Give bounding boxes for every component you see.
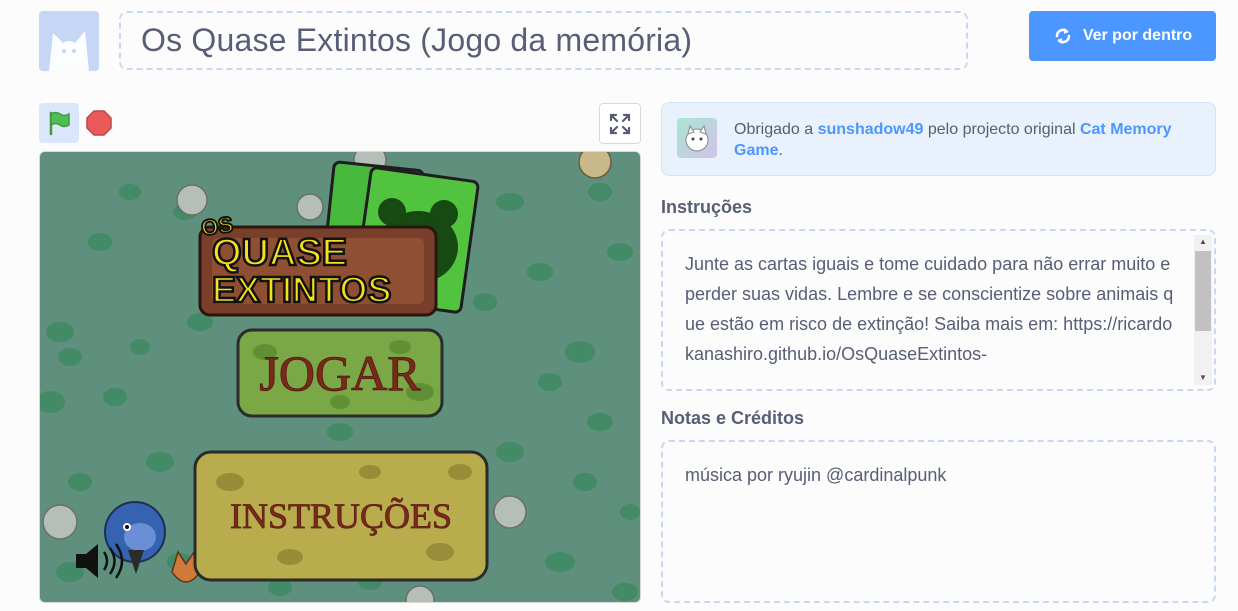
scroll-down-arrow-icon[interactable]: ▼: [1194, 371, 1212, 385]
project-title: Os Quase Extintos (Jogo da memória): [141, 22, 693, 58]
user-avatar[interactable]: [39, 11, 99, 71]
instructions-button-label: INSTRUÇÕES: [230, 496, 452, 536]
stop-button[interactable]: [85, 109, 113, 137]
remix-credit: Obrigado a sunshadow49 pelo projecto ori…: [661, 102, 1216, 176]
instructions-text: Junte as cartas iguais e tome cuidado pa…: [685, 254, 1176, 364]
project-stage[interactable]: OS QUASE EXTINTOS JOGAR INSTRUÇÕES: [39, 151, 641, 603]
instructions-button[interactable]: INSTRUÇÕES: [193, 450, 489, 582]
original-project-thumbnail[interactable]: [677, 118, 717, 158]
fullscreen-button[interactable]: [599, 103, 641, 144]
notes-text: música por ryujin @cardinalpunk: [685, 465, 947, 485]
remix-prefix: Obrigado a: [734, 121, 818, 138]
green-flag-button[interactable]: [39, 103, 79, 143]
remix-icon: [1055, 28, 1071, 44]
green-flag-icon: [49, 111, 70, 136]
cat-avatar-icon: [39, 11, 99, 71]
remix-credit-text: Obrigado a sunshadow49 pelo projecto ori…: [734, 119, 1194, 161]
play-button[interactable]: JOGAR: [236, 328, 444, 418]
scrollbar-thumb[interactable]: [1195, 251, 1211, 331]
instructions-heading: Instruções: [661, 197, 753, 217]
remix-middle: pelo projecto original: [923, 121, 1080, 138]
notes-heading: Notas e Créditos: [661, 408, 805, 428]
stop-icon: [86, 110, 112, 136]
instructions-scrollbar[interactable]: ▲ ▼: [1194, 235, 1212, 385]
project-title-field[interactable]: Os Quase Extintos (Jogo da memória): [119, 11, 968, 70]
cat-thumbnail-icon: [685, 124, 709, 152]
scroll-up-arrow-icon[interactable]: ▲: [1194, 235, 1212, 249]
notes-box[interactable]: música por ryujin @cardinalpunk: [661, 440, 1216, 603]
bear-face-decor: [578, 152, 612, 179]
original-author-link[interactable]: sunshadow49: [818, 121, 924, 138]
see-inside-label: Ver por dentro: [1082, 27, 1193, 44]
play-button-label: JOGAR: [259, 345, 421, 401]
instructions-box[interactable]: Junte as cartas iguais e tome cuidado pa…: [661, 229, 1216, 391]
logo-line-2: QUASE: [212, 232, 347, 274]
remix-suffix: .: [778, 142, 783, 159]
logo-line-3: EXTINTOS: [212, 269, 391, 310]
see-inside-button[interactable]: Ver por dentro: [1029, 11, 1216, 61]
fullscreen-icon: [609, 113, 631, 134]
